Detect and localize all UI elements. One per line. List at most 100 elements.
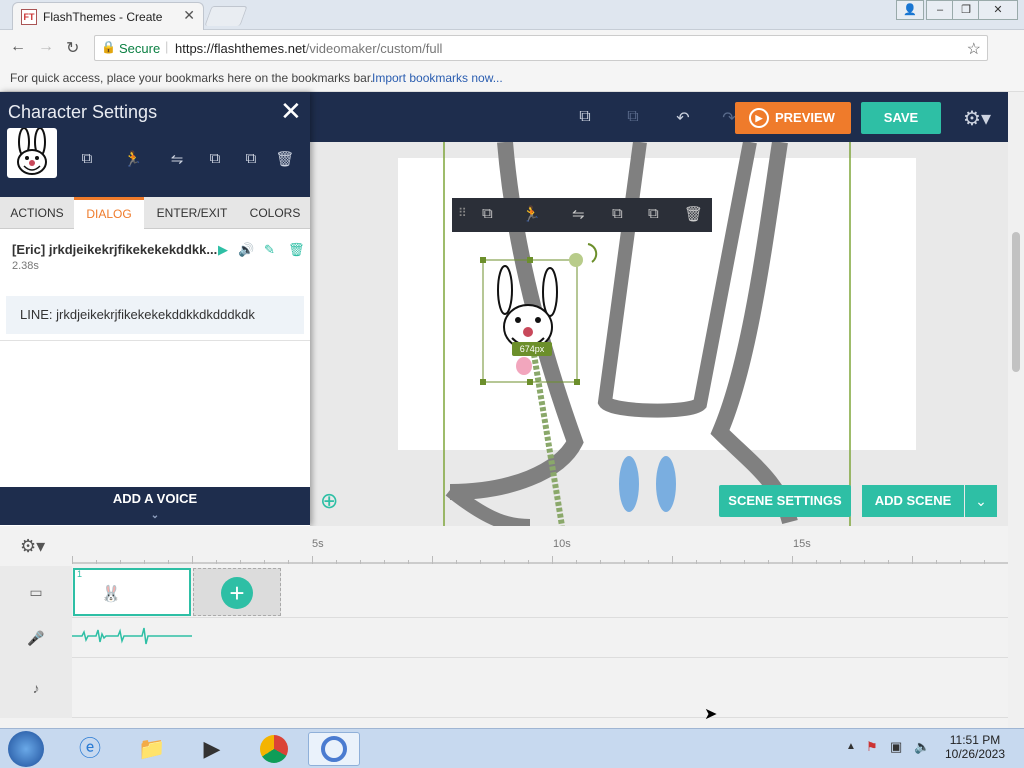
swap-character-icon[interactable]: ⧉ bbox=[76, 150, 98, 172]
restore-window-button[interactable]: ❐ bbox=[952, 0, 980, 20]
ruler-tick bbox=[768, 560, 769, 564]
copy-icon[interactable]: ⧉ bbox=[204, 150, 226, 172]
dialog-item[interactable]: [Eric] jrkdjeikekrjfikekekekddkk... 2.38… bbox=[12, 242, 305, 272]
volume-icon[interactable]: 🔊 bbox=[238, 242, 254, 258]
stage-canvas[interactable]: 674px ⠿ ⧉ 🏃 ⇋ ⧉ ⧉ 🗑 ⊕ bbox=[310, 142, 1020, 526]
paste-asset-icon[interactable]: ⧉ bbox=[648, 205, 659, 222]
pencil-icon[interactable]: ✎ bbox=[264, 242, 275, 258]
character-avatar[interactable] bbox=[7, 127, 57, 178]
save-button[interactable]: SAVE bbox=[861, 102, 941, 134]
scene-settings-button[interactable]: SCENE SETTINGS bbox=[719, 485, 851, 517]
chrome-window-icon[interactable] bbox=[308, 732, 360, 766]
back-arrow-icon[interactable]: ← bbox=[10, 38, 26, 56]
dialog-duration: 2.38s bbox=[12, 260, 39, 272]
reload-icon[interactable]: ↻ bbox=[66, 38, 79, 58]
secure-label: Secure bbox=[119, 41, 161, 56]
timeline-gear-icon[interactable]: ⚙▾ bbox=[20, 536, 45, 557]
action-icon[interactable]: 🏃 bbox=[116, 150, 150, 172]
ruler-tick bbox=[120, 560, 121, 564]
undo-icon[interactable]: ↶ bbox=[674, 108, 692, 127]
tab-colors[interactable]: COLORS bbox=[240, 197, 310, 229]
plus-icon: + bbox=[221, 577, 253, 609]
user-profile-icon[interactable]: 👤 bbox=[896, 0, 924, 20]
swap-character-icon[interactable]: ⧉ bbox=[482, 205, 493, 222]
file-explorer-icon[interactable]: 📁 bbox=[126, 732, 178, 766]
trash-icon[interactable]: 🗑 bbox=[288, 242, 305, 258]
tray-arrow-icon[interactable]: ▲ bbox=[846, 741, 856, 752]
close-tab-icon[interactable]: ✕ bbox=[183, 7, 195, 24]
action-icon[interactable]: 🏃 bbox=[522, 205, 541, 223]
ruler-tick bbox=[456, 560, 457, 564]
flashthemes-favicon-icon: FT bbox=[21, 9, 37, 25]
add-scene-dropdown-icon[interactable]: ⌄ bbox=[965, 485, 997, 517]
ruler-tick bbox=[984, 560, 985, 564]
ruler-tick bbox=[192, 556, 193, 564]
copy-icon[interactable]: ⧉ bbox=[576, 108, 594, 126]
clock[interactable]: 11:51 PM 10/26/2023 bbox=[944, 733, 1006, 761]
internet-explorer-icon[interactable]: ⓔ bbox=[64, 732, 116, 766]
browser-tab[interactable]: FT FlashThemes - Create ✕ bbox=[12, 2, 204, 30]
preview-button[interactable]: ▶ PREVIEW bbox=[735, 102, 851, 134]
ruler-tick bbox=[648, 560, 649, 564]
paste-icon[interactable]: ⧉ bbox=[240, 150, 262, 172]
tab-enter-exit[interactable]: ENTER/EXIT bbox=[144, 197, 240, 229]
copy-asset-icon[interactable]: ⧉ bbox=[612, 205, 623, 222]
divider bbox=[0, 340, 310, 341]
network-icon[interactable]: ▣ bbox=[890, 739, 902, 755]
delete-asset-icon[interactable]: 🗑 bbox=[684, 205, 703, 223]
speaker-icon[interactable]: 🔈 bbox=[914, 739, 930, 755]
flip-icon[interactable]: ⇋ bbox=[166, 150, 188, 172]
gear-icon[interactable]: ⚙▾ bbox=[962, 106, 992, 130]
distance-badge: 674px bbox=[512, 342, 552, 356]
zoom-in-icon[interactable]: ⊕ bbox=[320, 488, 338, 514]
drag-handle-icon[interactable]: ⠿ bbox=[458, 206, 467, 220]
action-center-icon[interactable]: ⚑ bbox=[866, 739, 878, 755]
add-voice-button[interactable]: ADD A VOICE ⌄ bbox=[0, 487, 310, 525]
dialog-line[interactable]: LINE: jrkdjeikekrjfikekekekddkkdkdddkdk bbox=[6, 296, 304, 334]
start-button-icon[interactable] bbox=[8, 731, 44, 767]
preview-label: PREVIEW bbox=[775, 110, 835, 125]
minimize-window-button[interactable]: – bbox=[926, 0, 954, 20]
ruler-tick bbox=[624, 560, 625, 564]
tab-dialog[interactable]: DIALOG bbox=[74, 197, 144, 229]
scrollbar-thumb[interactable] bbox=[1012, 232, 1020, 372]
scene-thumbnail[interactable]: 1 🐰 bbox=[73, 568, 191, 616]
asset-toolbar: ⠿ ⧉ 🏃 ⇋ ⧉ ⧉ 🗑 bbox=[452, 198, 712, 232]
url-path: /videomaker/custom/full bbox=[305, 41, 443, 56]
page-scrollbar[interactable] bbox=[1008, 92, 1024, 728]
ruler-tick bbox=[144, 560, 145, 564]
ruler-tick bbox=[720, 560, 721, 564]
paste-icon[interactable]: ⧉ bbox=[624, 108, 642, 126]
camera-icon: ▭ bbox=[0, 566, 72, 618]
close-icon[interactable]: ✕ bbox=[280, 96, 302, 127]
import-bookmarks-link[interactable]: Import bookmarks now... bbox=[372, 71, 503, 85]
ruler-tick bbox=[696, 560, 697, 564]
ruler-tick bbox=[288, 560, 289, 564]
add-scene-button[interactable]: ADD SCENE bbox=[862, 485, 964, 517]
microphone-icon: 🎤 bbox=[0, 618, 72, 658]
ruler-tick bbox=[408, 560, 409, 564]
close-window-button[interactable]: ✕ bbox=[978, 0, 1018, 20]
ruler-tick bbox=[600, 560, 601, 564]
voice-waveform[interactable] bbox=[72, 626, 192, 646]
forward-arrow-icon[interactable]: → bbox=[38, 38, 54, 56]
tab-actions[interactable]: ACTIONS bbox=[0, 197, 74, 229]
video-track: ▭ 1 🐰 + bbox=[0, 566, 1008, 618]
ruler-tick bbox=[960, 560, 961, 564]
new-tab-button[interactable] bbox=[204, 6, 248, 26]
timeline: ⚙▾ 5s 10s 15s ▭ 1 🐰 + 🎤 ♪ bbox=[0, 526, 1008, 728]
play-icon[interactable]: ▶ bbox=[218, 242, 228, 258]
chrome-icon[interactable] bbox=[248, 732, 300, 766]
timeline-ruler[interactable]: 5s 10s 15s bbox=[72, 534, 1008, 564]
ruler-label: 5s bbox=[312, 538, 324, 550]
add-scene-slot[interactable]: + bbox=[193, 568, 281, 616]
bookmark-star-icon[interactable]: ☆ bbox=[967, 39, 981, 59]
ruler-tick bbox=[384, 560, 385, 564]
address-bar[interactable]: 🔒 Secure | https://flashthemes.net/video… bbox=[94, 35, 988, 61]
media-player-icon[interactable]: ▶ bbox=[186, 732, 238, 766]
ruler-tick bbox=[792, 556, 793, 564]
bookmarks-bar: For quick access, place your bookmarks h… bbox=[0, 66, 1024, 92]
trash-icon[interactable]: 🗑 bbox=[274, 150, 296, 172]
windows-taskbar: ⓔ 📁 ▶ ▲ ⚑ ▣ 🔈 11:51 PM 10/26/2023 bbox=[0, 728, 1024, 768]
flip-icon[interactable]: ⇋ bbox=[572, 205, 585, 223]
